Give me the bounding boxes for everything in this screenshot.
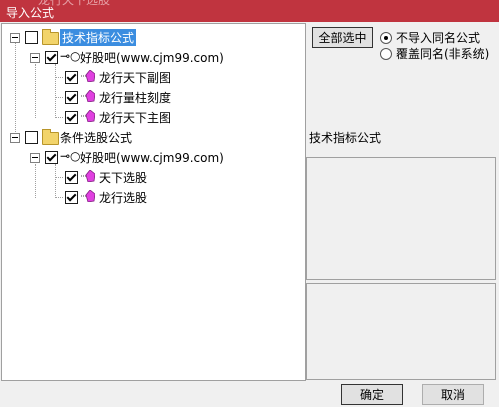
source-label[interactable]: 好股吧(www.cjm99.com): [80, 149, 224, 166]
tree-item[interactable]: 龙行选股: [2, 188, 302, 206]
folder-icon: [42, 129, 59, 145]
radio-overwrite-duplicates-label[interactable]: 覆盖同名(非系统): [396, 45, 489, 62]
source-label[interactable]: 好股吧(www.cjm99.com): [80, 49, 224, 66]
radio-skip-duplicates-label[interactable]: 不导入同名公式: [396, 29, 480, 46]
tree-item[interactable]: 天下选股: [2, 168, 302, 186]
group-checkbox[interactable]: [25, 31, 38, 44]
tree-item[interactable]: 龙行量柱刻度: [2, 88, 302, 106]
item-checkbox[interactable]: [65, 171, 78, 184]
item-checkbox[interactable]: [65, 91, 78, 104]
radio-skip-duplicates[interactable]: [380, 32, 392, 44]
collapse-toggle[interactable]: [30, 153, 40, 163]
tree-group-indicators[interactable]: 技术指标公式: [2, 28, 302, 46]
formula-icon: [81, 170, 95, 182]
formula-icon: [81, 90, 95, 102]
item-checkbox[interactable]: [65, 111, 78, 124]
collapse-toggle[interactable]: [10, 133, 20, 143]
group-label[interactable]: 条件选股公式: [60, 129, 132, 146]
source-checkbox[interactable]: [45, 51, 58, 64]
item-label[interactable]: 天下选股: [99, 169, 147, 186]
formula-icon: [81, 110, 95, 122]
formula-icon: [81, 70, 95, 82]
tree-source-node[interactable]: ⊸○ 好股吧(www.cjm99.com): [2, 148, 302, 166]
title-bar[interactable]: 龙行天下选股 导入公式: [0, 0, 499, 22]
group-checkbox[interactable]: [25, 131, 38, 144]
item-checkbox[interactable]: [65, 71, 78, 84]
formula-category-label: 技术指标公式: [309, 131, 382, 145]
radio-overwrite-duplicates[interactable]: [380, 48, 392, 60]
item-checkbox[interactable]: [65, 191, 78, 204]
tree-item[interactable]: 龙行天下主图: [2, 108, 302, 126]
select-all-button[interactable]: 全部选中: [312, 27, 373, 48]
tree-item[interactable]: 龙行天下副图: [2, 68, 302, 86]
key-icon: ⊸○: [60, 149, 81, 163]
item-label[interactable]: 龙行天下副图: [99, 69, 171, 86]
collapse-toggle[interactable]: [10, 33, 20, 43]
formula-description-box: [306, 283, 496, 380]
tree-group-conditions[interactable]: 条件选股公式: [2, 128, 302, 146]
formula-icon: [81, 190, 95, 202]
window-title: 导入公式: [6, 6, 55, 20]
group-label[interactable]: 技术指标公式: [60, 29, 137, 46]
item-label[interactable]: 龙行选股: [99, 189, 147, 206]
collapse-toggle[interactable]: [30, 53, 40, 63]
item-label[interactable]: 龙行天下主图: [99, 109, 171, 126]
formula-info-box: [306, 157, 496, 280]
folder-icon: [42, 29, 59, 45]
cancel-button[interactable]: 取消: [422, 384, 484, 405]
formula-tree[interactable]: 技术指标公式 ⊸○ 好股吧(www.cjm99.com) 龙行天下副图 龙行量柱…: [1, 23, 306, 381]
ok-button[interactable]: 确定: [341, 384, 403, 405]
tree-source-node[interactable]: ⊸○ 好股吧(www.cjm99.com): [2, 48, 302, 66]
key-icon: ⊸○: [60, 49, 81, 63]
source-checkbox[interactable]: [45, 151, 58, 164]
item-label[interactable]: 龙行量柱刻度: [99, 89, 171, 106]
